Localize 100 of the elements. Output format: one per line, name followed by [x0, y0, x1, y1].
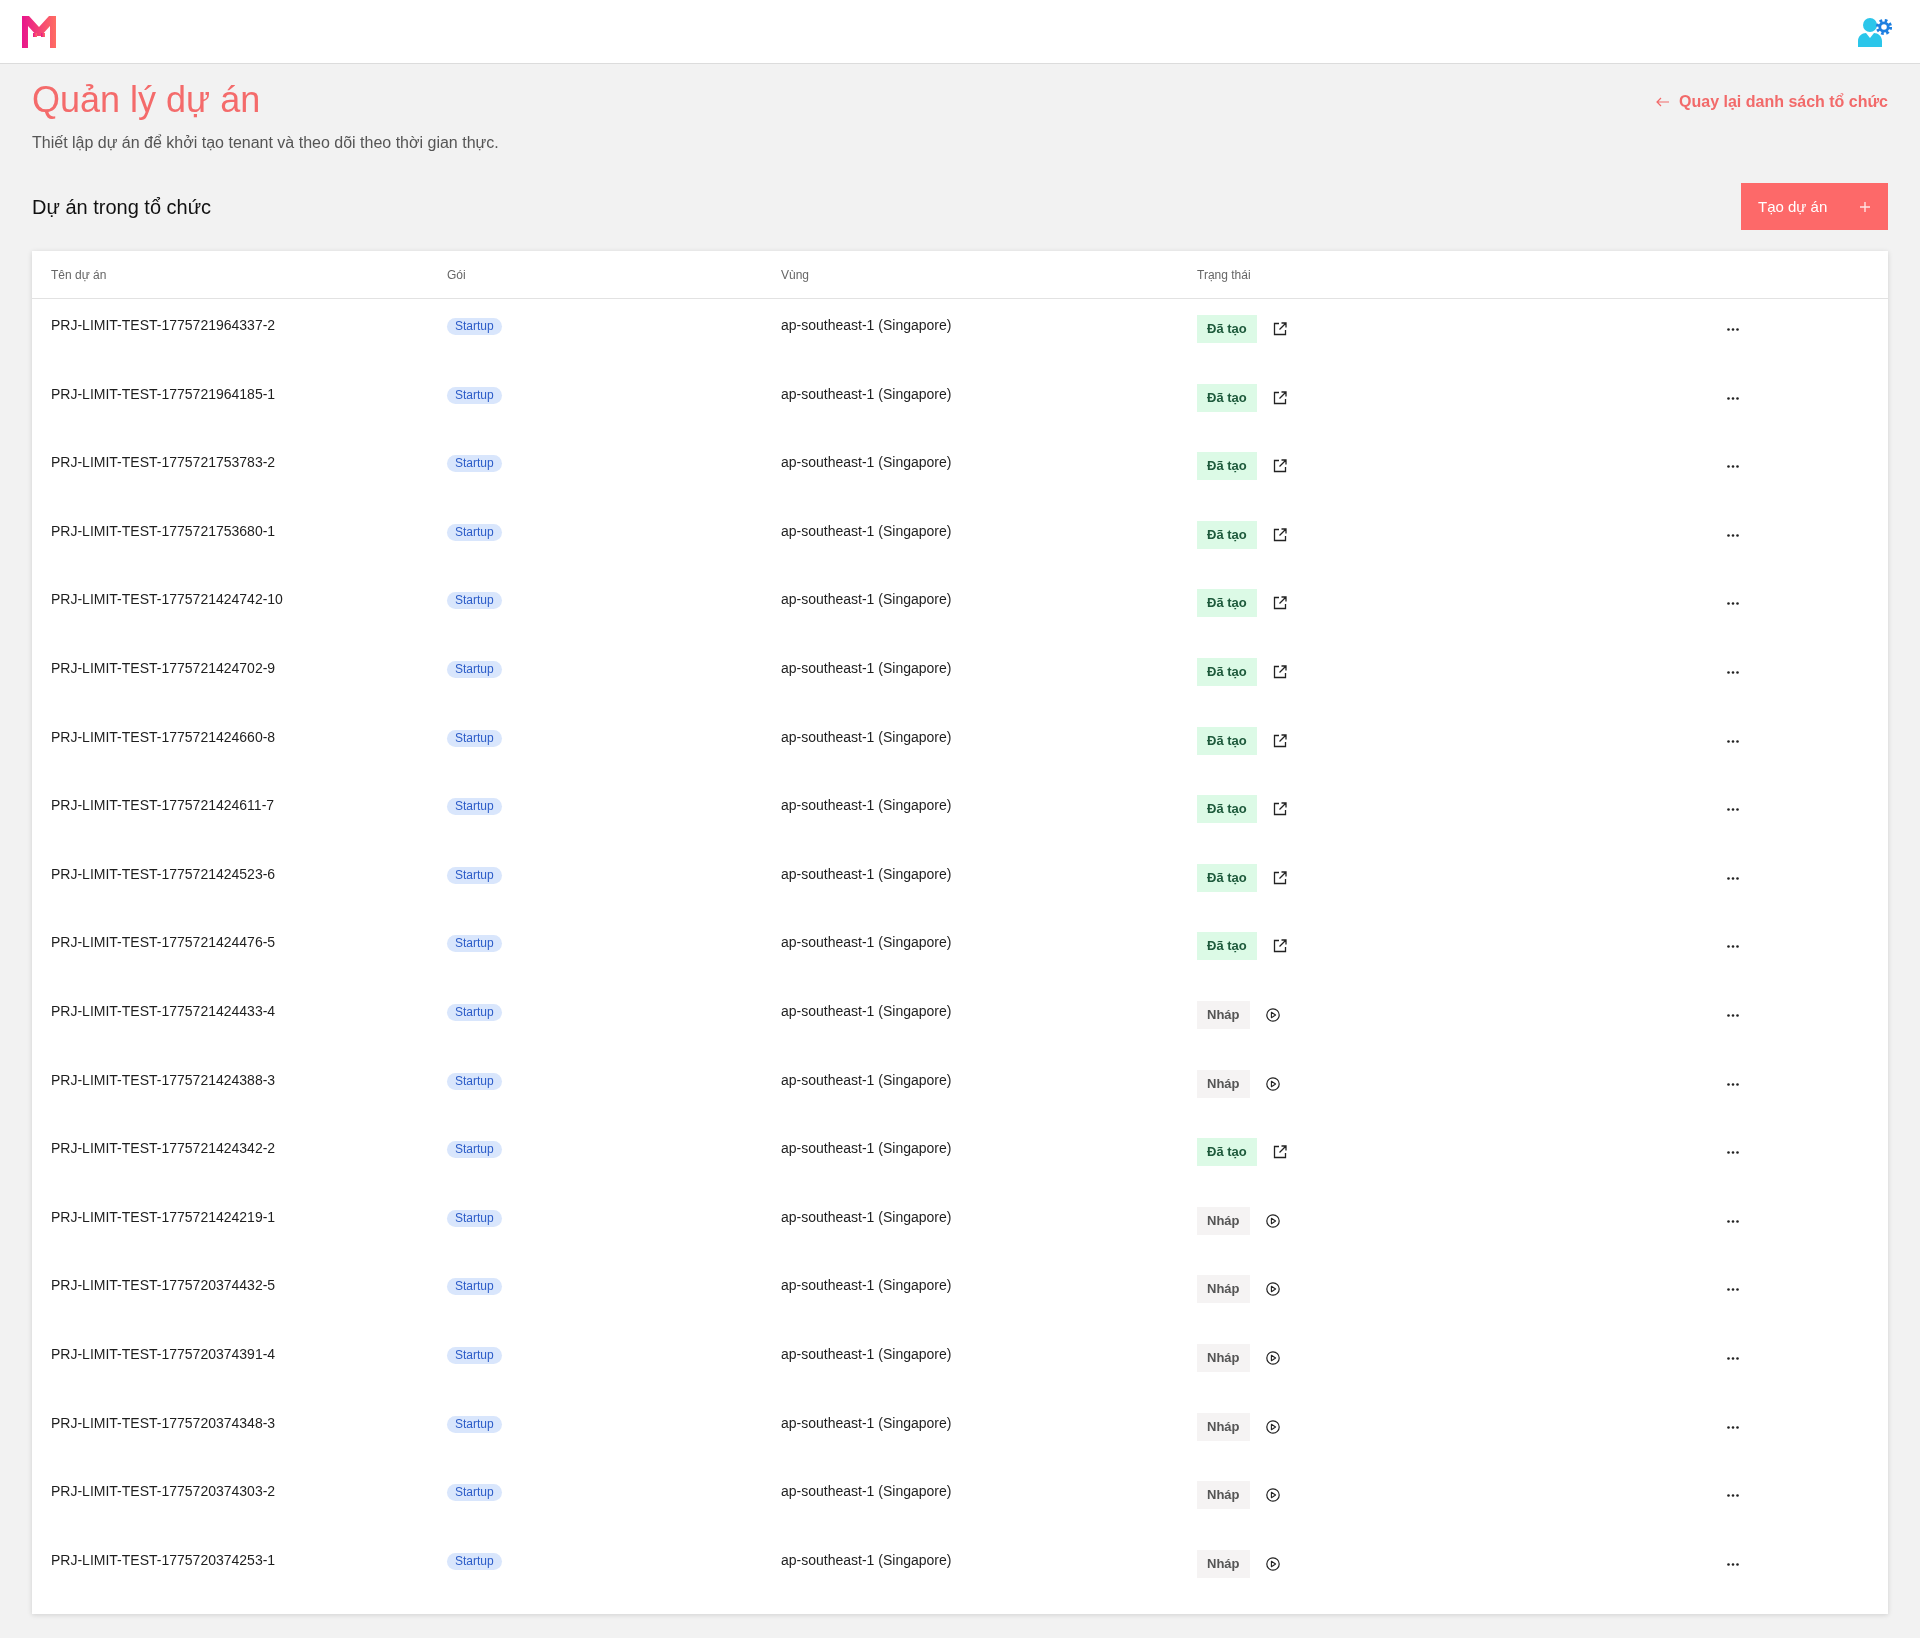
more-icon[interactable]	[1727, 1151, 1739, 1155]
project-name: PRJ-LIMIT-TEST-1775720374303-2	[50, 1482, 277, 1501]
play-circle-icon[interactable]	[1265, 1213, 1280, 1228]
more-icon[interactable]	[1727, 602, 1739, 606]
more-icon[interactable]	[1727, 945, 1739, 949]
section-title: Dự án trong tổ chức	[32, 194, 212, 220]
project-name: PRJ-LIMIT-TEST-1775721964337-2	[50, 316, 277, 334]
user-gear-icon[interactable]	[1858, 16, 1892, 47]
play-circle-icon[interactable]	[1265, 1076, 1280, 1091]
project-name: PRJ-LIMIT-TEST-1775721424433-4	[50, 1001, 277, 1020]
more-icon[interactable]	[1727, 1013, 1739, 1017]
region-text: ap-southeast-1 (Singapore)	[780, 384, 953, 403]
plan-tag: Startup	[447, 660, 502, 678]
region-text: ap-southeast-1 (Singapore)	[780, 1550, 953, 1569]
region-text: ap-southeast-1 (Singapore)	[780, 1070, 953, 1089]
more-icon[interactable]	[1727, 533, 1739, 537]
region-text: ap-southeast-1 (Singapore)	[780, 1139, 953, 1158]
plan-tag: Startup	[447, 523, 502, 541]
project-name: PRJ-LIMIT-TEST-1775720374348-3	[50, 1413, 277, 1432]
plan-tag: Startup	[447, 1278, 502, 1296]
project-name: PRJ-LIMIT-TEST-1775721424611-7	[50, 796, 276, 815]
page-title: Quản lý dự án	[32, 78, 261, 122]
project-name: PRJ-LIMIT-TEST-1775720374253-1	[50, 1550, 277, 1569]
status-tag: Đã tạo	[1197, 795, 1257, 824]
status-tag: Đã tạo	[1197, 1138, 1257, 1167]
status-tag: Nháp	[1197, 1069, 1250, 1098]
external-link-icon[interactable]	[1272, 527, 1287, 542]
more-icon[interactable]	[1727, 808, 1739, 812]
more-icon[interactable]	[1727, 1425, 1739, 1429]
region-text: ap-southeast-1 (Singapore)	[780, 316, 953, 334]
status-tag: Nháp	[1197, 1549, 1250, 1578]
page-subtitle: Thiết lập dự án để khởi tạo tenant và theo dõi theo thời gian thực.	[32, 133, 500, 153]
external-link-icon[interactable]	[1272, 322, 1287, 336]
status-tag: Đã tạo	[1197, 657, 1257, 686]
external-link-icon[interactable]	[1272, 1145, 1287, 1160]
external-link-icon[interactable]	[1272, 733, 1287, 748]
plan-tag: Startup	[447, 1141, 502, 1159]
plan-tag: Startup	[447, 386, 502, 404]
plan-tag: Startup	[447, 1484, 502, 1502]
play-circle-icon[interactable]	[1265, 1488, 1280, 1503]
back-link[interactable]: Quay lại danh sách tổ chức	[1656, 93, 1888, 111]
more-icon[interactable]	[1727, 1288, 1739, 1292]
more-icon[interactable]	[1727, 1562, 1739, 1566]
region-text: ap-southeast-1 (Singapore)	[780, 796, 953, 815]
plan-tag: Startup	[447, 866, 502, 884]
play-circle-icon[interactable]	[1265, 1007, 1280, 1022]
region-text: ap-southeast-1 (Singapore)	[780, 727, 953, 746]
external-link-icon[interactable]	[1272, 664, 1287, 679]
status-tag: Đã tạo	[1197, 932, 1257, 961]
region-text: ap-southeast-1 (Singapore)	[780, 658, 953, 677]
project-name: PRJ-LIMIT-TEST-1775721424702-9	[50, 658, 277, 677]
status-tag: Đã tạo	[1197, 383, 1257, 412]
region-text: ap-southeast-1 (Singapore)	[780, 590, 953, 609]
more-icon[interactable]	[1727, 670, 1739, 674]
column-header: Vùng	[780, 267, 811, 282]
status-tag: Nháp	[1197, 1275, 1250, 1304]
project-name: PRJ-LIMIT-TEST-1775721424388-3	[50, 1070, 277, 1089]
status-tag: Đã tạo	[1197, 520, 1257, 549]
play-circle-icon[interactable]	[1265, 1556, 1280, 1571]
more-icon[interactable]	[1727, 1494, 1739, 1498]
region-text: ap-southeast-1 (Singapore)	[780, 864, 953, 883]
status-tag: Nháp	[1197, 1481, 1250, 1510]
column-header: Tên dự án	[50, 267, 108, 282]
project-name: PRJ-LIMIT-TEST-1775721424219-1	[50, 1207, 277, 1226]
status-tag: Đã tạo	[1197, 315, 1257, 343]
more-icon[interactable]	[1727, 328, 1739, 331]
logo[interactable]	[22, 15, 56, 48]
more-icon[interactable]	[1727, 739, 1739, 743]
region-text: ap-southeast-1 (Singapore)	[780, 1207, 953, 1226]
more-icon[interactable]	[1727, 396, 1739, 400]
more-icon[interactable]	[1727, 1082, 1739, 1086]
plan-tag: Startup	[447, 1346, 502, 1364]
plan-tag: Startup	[447, 1415, 502, 1433]
more-icon[interactable]	[1727, 876, 1739, 880]
region-text: ap-southeast-1 (Singapore)	[780, 1413, 953, 1432]
project-name: PRJ-LIMIT-TEST-1775721964185-1	[50, 384, 277, 403]
more-icon[interactable]	[1727, 1356, 1739, 1360]
more-icon[interactable]	[1727, 465, 1739, 469]
arrow-left-icon	[1656, 97, 1670, 107]
plan-tag: Startup	[447, 1209, 502, 1227]
status-tag: Nháp	[1197, 1000, 1250, 1029]
region-text: ap-southeast-1 (Singapore)	[780, 933, 953, 952]
create-project-button[interactable]: Tạo dự án	[1741, 183, 1888, 230]
external-link-icon[interactable]	[1272, 390, 1287, 405]
external-link-icon[interactable]	[1272, 596, 1287, 611]
status-tag: Nháp	[1197, 1206, 1250, 1235]
plan-tag: Startup	[447, 318, 502, 335]
external-link-icon[interactable]	[1272, 939, 1287, 954]
play-circle-icon[interactable]	[1265, 1350, 1280, 1365]
play-circle-icon[interactable]	[1265, 1419, 1280, 1434]
region-text: ap-southeast-1 (Singapore)	[780, 1344, 953, 1363]
external-link-icon[interactable]	[1272, 802, 1287, 817]
external-link-icon[interactable]	[1272, 459, 1287, 474]
play-circle-icon[interactable]	[1265, 1282, 1280, 1297]
region-text: ap-southeast-1 (Singapore)	[780, 521, 953, 540]
plan-tag: Startup	[447, 455, 502, 473]
plan-tag: Startup	[447, 592, 502, 610]
external-link-icon[interactable]	[1272, 870, 1287, 885]
project-name: PRJ-LIMIT-TEST-1775721424342-2	[50, 1139, 277, 1158]
more-icon[interactable]	[1727, 1219, 1739, 1223]
